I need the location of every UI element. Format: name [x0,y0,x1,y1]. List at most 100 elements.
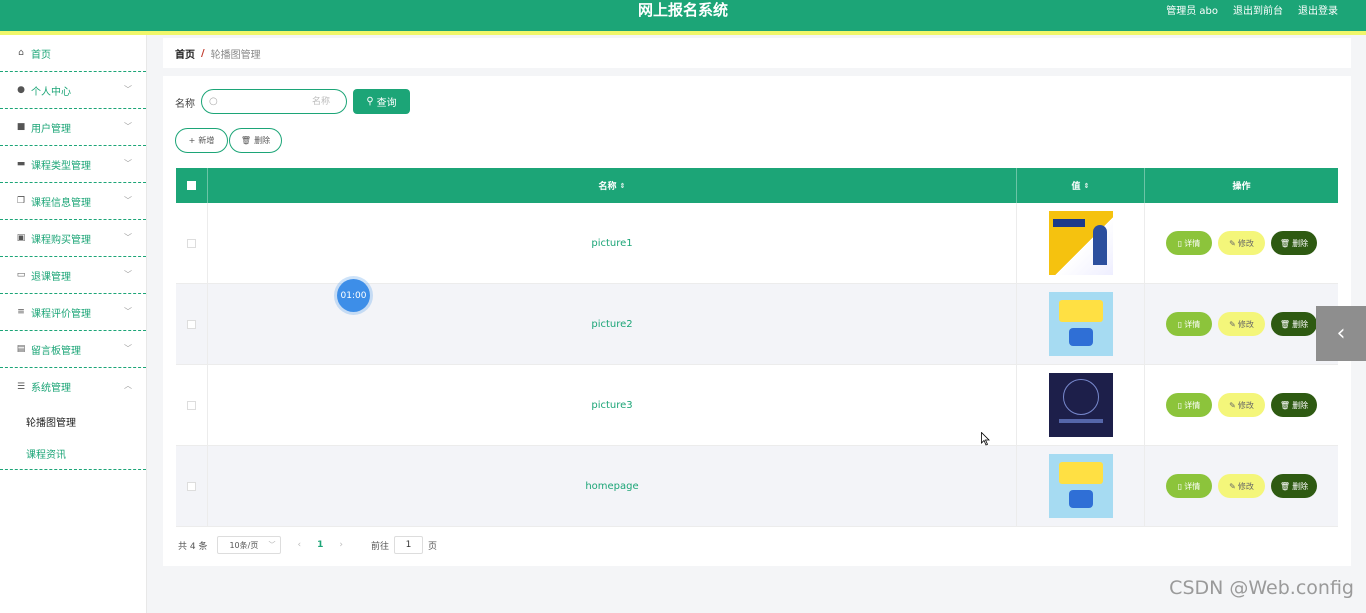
chevron-down-icon: ﹀ [124,307,132,316]
ops-cell: ▯ 详情 ✎ 修改 🗑 删除 [1145,446,1338,526]
carousel-thumbnail[interactable] [1048,454,1113,518]
doc-icon: ▯ [1177,481,1183,491]
edit-button[interactable]: ✎ 修改 [1218,474,1265,498]
column-header-label: 操作 [1232,182,1251,192]
breadcrumb: 首页 / 轮播图管理 [163,38,1351,68]
detail-button[interactable]: ▯ 详情 [1166,474,1212,498]
goto-page-input[interactable] [393,536,423,554]
row-checkbox[interactable] [187,238,196,248]
logout-link[interactable]: 退出登录 [1298,2,1338,17]
sidebar-item-course-review[interactable]: ≡ 课程评价管理 ﹀ [0,294,146,331]
chevron-down-icon: ﹀ [268,541,276,549]
detail-button[interactable]: ▯ 详情 [1166,393,1212,417]
sidebar-item-message-board[interactable]: ▤ 留言板管理 ﹀ [0,331,146,368]
next-page-button[interactable]: › [339,540,343,550]
carousel-thumbnail[interactable] [1048,373,1113,437]
column-header-label: 名称 [598,182,617,192]
system-submenu: 轮播图管理 课程资讯 [0,405,146,470]
chevron-left-icon[interactable]: ‹ [1316,306,1366,361]
sidebar: ⌂ 首页 ● 个人中心 ﹀ ■ 用户管理 ﹀ ▬ 课程类型管理 ﹀ ❐ 课程信息… [0,35,147,613]
sidebar-item-withdraw[interactable]: ▭ 退课管理 ﹀ [0,257,146,294]
select-all-checkbox[interactable] [187,181,196,190]
delete-button[interactable]: 🗑 删除 [1271,393,1317,417]
carousel-thumbnail[interactable] [1048,211,1113,275]
search-icon: ○ [209,96,218,107]
delete-button[interactable]: 🗑 删除 [1271,474,1317,498]
sidebar-item-label: 课程购买管理 [31,234,91,246]
page-size-select[interactable]: 10条/页 ﹀ [217,536,282,554]
sidebar-subitem-carousel[interactable]: 轮播图管理 [0,405,146,437]
sidebar-item-system[interactable]: ☰ 系统管理 ︿ [0,368,146,405]
briefcase-icon: ▤ [16,344,26,354]
detail-button[interactable]: ▯ 详情 [1166,231,1212,255]
users-icon: ■ [16,122,26,132]
timer-badge[interactable]: 01:00 [337,279,370,312]
chevron-down-icon: ﹀ [124,122,132,131]
search-input[interactable] [222,93,340,110]
column-name-header[interactable]: 名称 ⇕ [208,168,1017,203]
search-button[interactable]: ⚲ 查询 [353,89,410,114]
breadcrumb-separator: / [201,47,205,59]
pencil-icon: ✎ [1229,481,1236,491]
row-checkbox[interactable] [187,400,196,410]
table-row: picture1 ▯ 详情 ✎ 修改 🗑 删除 [176,203,1338,284]
row-checkbox[interactable] [187,481,196,491]
doc-icon: ▯ [1177,400,1183,410]
delete-label: 删除 [1292,481,1309,491]
exit-to-front-link[interactable]: 退出到前台 [1233,2,1283,17]
batch-delete-label: 删除 [254,136,271,145]
edit-label: 修改 [1237,238,1254,248]
detail-button[interactable]: ▯ 详情 [1166,312,1212,336]
sidebar-item-home[interactable]: ⌂ 首页 [0,35,146,72]
delete-button[interactable]: 🗑 删除 [1271,312,1317,336]
row-name: picture2 [591,318,633,330]
chevron-down-icon: ﹀ [124,344,132,353]
chevron-down-icon: ﹀ [124,196,132,205]
edit-button[interactable]: ✎ 修改 [1218,312,1265,336]
value-cell [1017,365,1145,445]
sort-icon[interactable]: ⇕ [1084,182,1090,190]
detail-label: 详情 [1184,238,1201,248]
edit-button[interactable]: ✎ 修改 [1218,393,1265,417]
trash-icon: 🗑 [1279,400,1291,410]
row-checkbox[interactable] [187,319,196,329]
edit-label: 修改 [1237,400,1254,410]
chevron-down-icon: ﹀ [124,270,132,279]
sidebar-item-course-purchase[interactable]: ▣ 课程购买管理 ﹀ [0,220,146,257]
page-unit-label: 页 [427,541,437,552]
delete-button[interactable]: 🗑 删除 [1271,231,1317,255]
edit-button[interactable]: ✎ 修改 [1218,231,1265,255]
prev-page-button[interactable]: ‹ [297,540,301,550]
sidebar-item-profile[interactable]: ● 个人中心 ﹀ [0,72,146,109]
add-button[interactable]: + 新增 [175,128,228,153]
breadcrumb-home[interactable]: 首页 [175,46,195,61]
sidebar-item-label: 留言板管理 [31,345,81,357]
sidebar-item-course-info[interactable]: ❐ 课程信息管理 ﹀ [0,183,146,220]
sidebar-item-label: 个人中心 [31,86,71,98]
sidebar-subitem-course-news[interactable]: 课程资讯 [0,437,146,469]
batch-delete-button[interactable]: 🗑 删除 [229,128,282,153]
page-number[interactable]: 1 [317,540,323,550]
admin-user-label[interactable]: 管理员 abo [1166,2,1218,17]
column-value-header[interactable]: 值 ⇕ [1017,168,1145,203]
sidebar-item-label: 首页 [31,49,51,61]
sort-icon[interactable]: ⇕ [620,182,626,190]
row-check-cell [176,446,208,526]
sidebar-item-course-types[interactable]: ▬ 课程类型管理 ﹀ [0,146,146,183]
search-icon: ⚲ [366,96,374,107]
trash-icon: 🗑 [240,136,252,145]
plus-icon: + [188,136,196,145]
header-accent-stripe [0,31,1366,35]
row-check-cell [176,365,208,445]
sidebar-item-users[interactable]: ■ 用户管理 ﹀ [0,109,146,146]
message-icon: ▭ [16,270,26,280]
column-ops-header: 操作 [1145,168,1338,203]
select-all-cell [176,168,208,203]
row-check-cell [176,284,208,364]
app-title: 网上报名系统 [637,1,728,19]
value-cell [1017,203,1145,283]
ops-cell: ▯ 详情 ✎ 修改 🗑 删除 [1145,284,1338,364]
doc-icon: ▯ [1177,319,1183,329]
carousel-thumbnail[interactable] [1048,292,1113,356]
top-header: 网上报名系统 管理员 abo 退出到前台 退出登录 [0,0,1366,31]
